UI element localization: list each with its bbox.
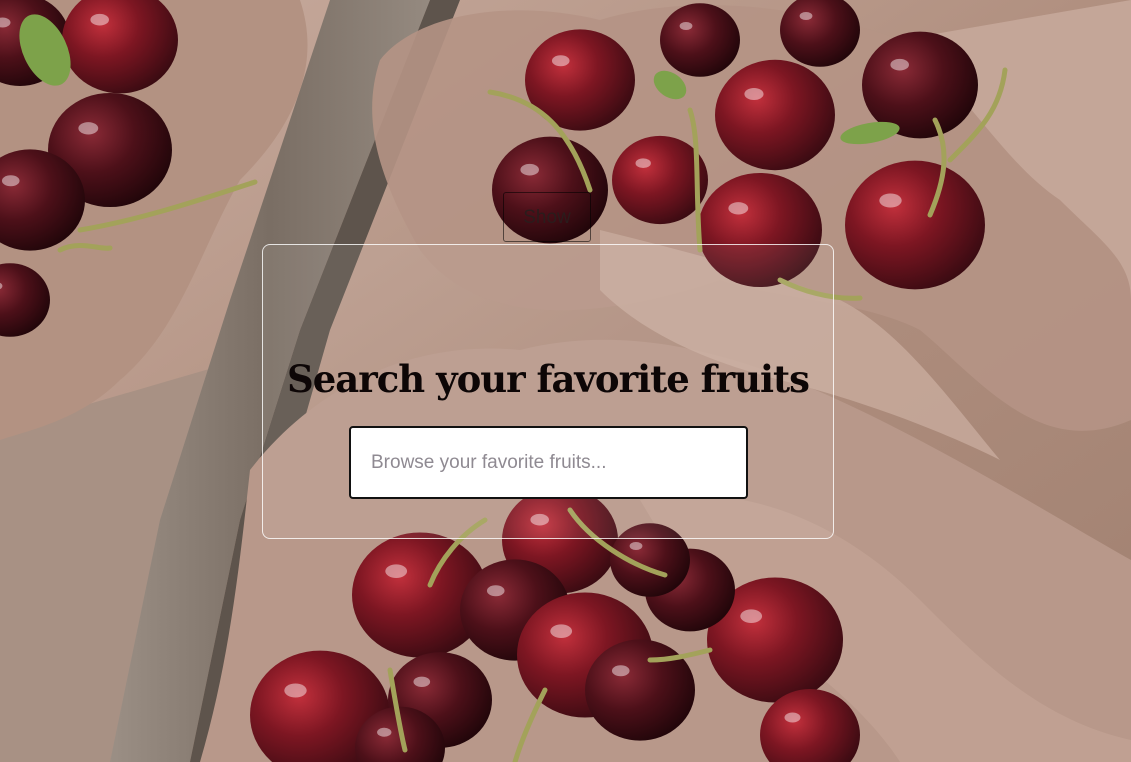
search-card: Search your favorite fruits (262, 244, 834, 539)
search-input[interactable] (349, 426, 748, 499)
show-button[interactable]: Show (503, 192, 591, 242)
page-title: Search your favorite fruits (287, 357, 810, 401)
